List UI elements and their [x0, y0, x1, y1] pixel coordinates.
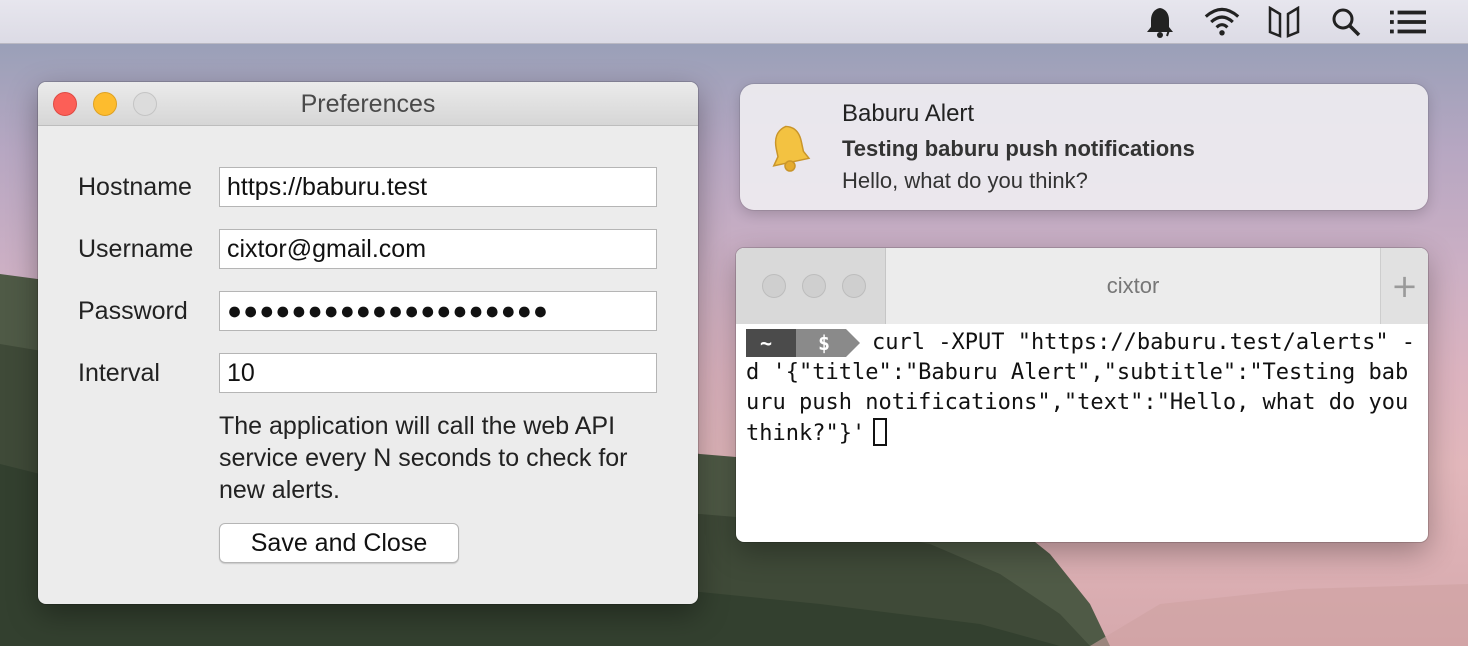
terminal-window-controls: [736, 248, 886, 324]
notification-banner[interactable]: Baburu Alert Testing baburu push notific…: [740, 84, 1428, 210]
zoom-button[interactable]: [842, 274, 866, 298]
notification-title: Baburu Alert: [842, 100, 975, 127]
terminal-titlebar[interactable]: cixtor +: [736, 248, 1428, 324]
password-label: Password: [78, 297, 188, 325]
username-input[interactable]: cixtor@gmail.com: [219, 229, 657, 269]
notification-text: Hello, what do you think?: [842, 168, 1088, 193]
save-and-close-button[interactable]: Save and Close: [219, 523, 459, 563]
terminal-command: curl -XPUT "https://baburu.test/alerts" …: [746, 330, 1422, 446]
menu-bar: [0, 0, 1468, 44]
terminal-output[interactable]: curl -XPUT "https://baburu.test/alerts" …: [746, 328, 1420, 449]
interval-row: Interval 10: [38, 353, 698, 393]
wifi-icon[interactable]: [1204, 4, 1240, 40]
text-cursor: [873, 418, 888, 446]
new-tab-button[interactable]: +: [1380, 248, 1428, 324]
password-row: Password ●●●●●●●●●●●●●●●●●●●●: [38, 291, 698, 331]
sidebar-split-icon[interactable]: [1266, 4, 1302, 40]
close-button[interactable]: [762, 274, 786, 298]
terminal-window: cixtor + ~ $ curl -XPUT "https://baburu.…: [736, 248, 1428, 542]
username-row: Username cixtor@gmail.com: [38, 229, 698, 269]
list-icon[interactable]: [1390, 4, 1426, 40]
minimize-button[interactable]: [802, 274, 826, 298]
notification-subtitle: Testing baburu push notifications: [842, 136, 1195, 161]
interval-label: Interval: [78, 359, 160, 387]
interval-input[interactable]: 10: [219, 353, 657, 393]
hostname-row: Hostname https://baburu.test: [38, 167, 698, 207]
preferences-window: Preferences Hostname https://baburu.test…: [38, 82, 698, 604]
interval-hint: The application will call the web API se…: [219, 412, 628, 504]
window-title: Preferences: [300, 90, 436, 118]
terminal-title: cixtor: [1106, 273, 1160, 298]
preferences-titlebar[interactable]: Preferences: [38, 82, 698, 126]
bell-icon: [772, 125, 811, 172]
search-icon[interactable]: [1328, 4, 1364, 40]
hostname-input[interactable]: https://baburu.test: [219, 167, 657, 207]
username-label: Username: [78, 235, 194, 263]
hostname-label: Hostname: [78, 173, 192, 201]
bell-icon[interactable]: [1142, 4, 1178, 40]
password-input[interactable]: ●●●●●●●●●●●●●●●●●●●●: [219, 291, 657, 331]
